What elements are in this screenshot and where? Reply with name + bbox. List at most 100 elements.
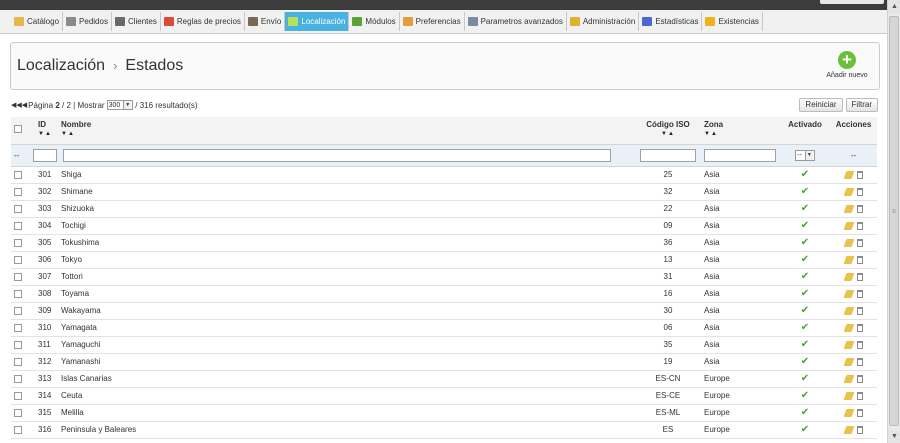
checkmark-icon[interactable]: ✔: [801, 169, 809, 180]
prev-page-icon[interactable]: ◀: [22, 101, 27, 109]
edit-icon[interactable]: [843, 204, 854, 213]
table-row[interactable]: 307 Tottori 31 Asia ✔: [11, 268, 877, 286]
scroll-up-icon[interactable]: ▲: [888, 0, 900, 13]
table-row[interactable]: 314 Ceuta ES-CE Europe ✔: [11, 387, 877, 405]
row-checkbox[interactable]: [14, 408, 22, 417]
trash-icon[interactable]: [856, 221, 863, 230]
table-row[interactable]: 303 Shizuoka 22 Asia ✔: [11, 200, 877, 218]
checkmark-icon[interactable]: ✔: [801, 407, 809, 418]
first-page-icon[interactable]: ◀◀: [11, 101, 22, 109]
edit-icon[interactable]: [843, 255, 854, 264]
checkmark-icon[interactable]: ✔: [801, 288, 809, 299]
filter-id-input[interactable]: [33, 148, 57, 162]
trash-icon[interactable]: [856, 391, 863, 400]
row-checkbox[interactable]: [14, 306, 22, 315]
checkmark-icon[interactable]: ✔: [801, 356, 809, 367]
row-checkbox[interactable]: [14, 425, 22, 434]
breadcrumb-section[interactable]: Localización: [17, 57, 105, 74]
nav-item-tag[interactable]: Reglas de precios: [161, 12, 245, 31]
table-row[interactable]: 310 Yamagata 06 Asia ✔: [11, 319, 877, 337]
row-checkbox[interactable]: [14, 374, 22, 383]
nav-item-user[interactable]: Clientes: [112, 12, 161, 31]
edit-icon[interactable]: [843, 238, 854, 247]
trash-icon[interactable]: [856, 289, 863, 298]
add-new-button[interactable]: + Añadir nuevo: [823, 51, 871, 85]
nav-item-truck[interactable]: Envío: [245, 12, 286, 31]
scroll-thumb[interactable]: ≡: [889, 16, 899, 426]
sort-name-icon[interactable]: ▼▲: [61, 131, 636, 137]
edit-icon[interactable]: [843, 323, 854, 332]
row-checkbox[interactable]: [14, 170, 22, 179]
table-row[interactable]: 315 Melilla ES-ML Europe ✔: [11, 404, 877, 422]
nav-item-puzzle[interactable]: Módulos: [349, 12, 400, 31]
edit-icon[interactable]: [843, 289, 854, 298]
table-row[interactable]: 311 Yamaguchi 35 Asia ✔: [11, 336, 877, 354]
reset-button[interactable]: Reiniciar: [799, 98, 843, 112]
nav-item-box[interactable]: Existencias: [702, 12, 763, 31]
table-row[interactable]: 316 Peninsula y Baleares ES Europe ✔: [11, 421, 877, 439]
row-checkbox[interactable]: [14, 255, 22, 264]
checkmark-icon[interactable]: ✔: [801, 322, 809, 333]
checkmark-icon[interactable]: ✔: [801, 186, 809, 197]
edit-icon[interactable]: [843, 374, 854, 383]
trash-icon[interactable]: [856, 357, 863, 366]
nav-item-key[interactable]: Administración: [567, 12, 640, 31]
edit-icon[interactable]: [843, 170, 854, 179]
trash-icon[interactable]: [856, 238, 863, 247]
sort-zone-icon[interactable]: ▼▲: [704, 131, 780, 137]
edit-icon[interactable]: [843, 391, 854, 400]
trash-icon[interactable]: [856, 323, 863, 332]
search-field[interactable]: [820, 0, 884, 4]
checkmark-icon[interactable]: ✔: [801, 254, 809, 265]
nav-item-bar-chart[interactable]: Estadísticas: [639, 12, 703, 31]
edit-icon[interactable]: [843, 340, 854, 349]
per-page-select[interactable]: 300 ▼: [106, 100, 134, 110]
trash-icon[interactable]: [856, 255, 863, 264]
table-row[interactable]: 306 Tokyo 13 Asia ✔: [11, 251, 877, 269]
filter-button[interactable]: Filtrar: [845, 98, 878, 112]
table-row[interactable]: 309 Wakayama 30 Asia ✔: [11, 302, 877, 320]
table-row[interactable]: 304 Tochigi 09 Asia ✔: [11, 217, 877, 235]
sort-iso-icon[interactable]: ▼▲: [636, 131, 700, 137]
checkmark-icon[interactable]: ✔: [801, 339, 809, 350]
trash-icon[interactable]: [856, 306, 863, 315]
edit-icon[interactable]: [843, 357, 854, 366]
nav-item-window[interactable]: Preferencias: [400, 12, 465, 31]
trash-icon[interactable]: [856, 170, 863, 179]
trash-icon[interactable]: [856, 340, 863, 349]
edit-icon[interactable]: [843, 272, 854, 281]
filter-active-select[interactable]: -- ▼: [795, 149, 815, 161]
checkmark-icon[interactable]: ✔: [801, 390, 809, 401]
table-row[interactable]: 302 Shimane 32 Asia ✔: [11, 183, 877, 201]
edit-icon[interactable]: [843, 187, 854, 196]
trash-icon[interactable]: [856, 187, 863, 196]
row-checkbox[interactable]: [14, 323, 22, 332]
row-checkbox[interactable]: [14, 289, 22, 298]
checkmark-icon[interactable]: ✔: [801, 305, 809, 316]
filter-iso-input[interactable]: [640, 148, 696, 162]
checkmark-icon[interactable]: ✔: [801, 203, 809, 214]
row-checkbox[interactable]: [14, 272, 22, 281]
sort-id-icon[interactable]: ▼▲: [38, 131, 61, 137]
nav-item-wrench[interactable]: Parametros avanzados: [465, 12, 567, 31]
row-checkbox[interactable]: [14, 221, 22, 230]
row-checkbox[interactable]: [14, 340, 22, 349]
row-checkbox[interactable]: [14, 238, 22, 247]
row-checkbox[interactable]: [14, 204, 22, 213]
table-row[interactable]: 312 Yamanashi 19 Asia ✔: [11, 353, 877, 371]
filter-zone-input[interactable]: [704, 148, 776, 162]
nav-item-folder[interactable]: Catálogo: [11, 12, 64, 31]
edit-icon[interactable]: [843, 306, 854, 315]
edit-icon[interactable]: [843, 221, 854, 230]
scrollbar[interactable]: ▲ ≡ ▼: [887, 0, 900, 443]
checkmark-icon[interactable]: ✔: [801, 220, 809, 231]
checkmark-icon[interactable]: ✔: [801, 271, 809, 282]
row-checkbox[interactable]: [14, 357, 22, 366]
trash-icon[interactable]: [856, 374, 863, 383]
checkmark-icon[interactable]: ✔: [801, 373, 809, 384]
edit-icon[interactable]: [843, 408, 854, 417]
nav-item-cart[interactable]: Pedidos: [63, 12, 112, 31]
table-row[interactable]: 308 Toyama 16 Asia ✔: [11, 285, 877, 303]
table-row[interactable]: 305 Tokushima 36 Asia ✔: [11, 234, 877, 252]
trash-icon[interactable]: [856, 425, 863, 434]
